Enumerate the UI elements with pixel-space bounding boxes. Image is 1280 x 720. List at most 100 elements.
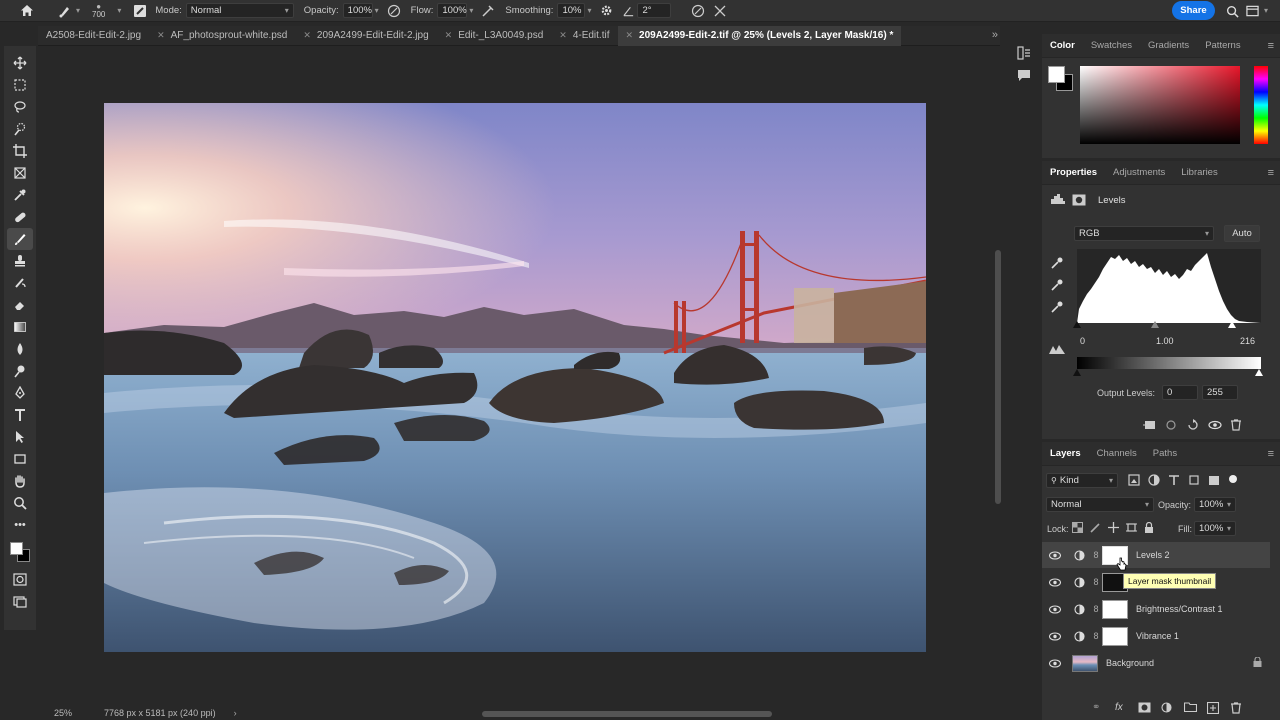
lock-image-icon[interactable] — [1090, 522, 1108, 536]
type-tool-icon[interactable] — [7, 404, 33, 426]
filter-adjustment-icon[interactable] — [1148, 474, 1168, 489]
search-icon[interactable] — [1223, 2, 1241, 20]
lock-artboard-icon[interactable] — [1126, 522, 1144, 536]
tab-adjustments[interactable]: Adjustments — [1105, 161, 1173, 185]
eye-icon[interactable] — [1042, 550, 1068, 560]
marquee-tool-icon[interactable] — [7, 74, 33, 96]
layer-row-brightness-contrast-1[interactable]: 8 Brightness/Contrast 1 — [1042, 596, 1270, 622]
healing-brush-tool-icon[interactable] — [7, 206, 33, 228]
brush-size-preview[interactable]: ● 700 — [92, 2, 105, 19]
tab-libraries[interactable]: Libraries — [1173, 161, 1225, 185]
workspace-dropdown-icon[interactable]: ▾ — [1264, 6, 1268, 15]
flow-field[interactable]: 100% — [437, 3, 468, 18]
filter-shape-icon[interactable] — [1188, 474, 1208, 489]
path-selection-tool-icon[interactable] — [7, 426, 33, 448]
layer-row-levels-2[interactable]: 8 Levels 2 — [1042, 542, 1270, 568]
panel-fg-bg-swatches[interactable] — [1048, 66, 1076, 94]
history-panel-icon[interactable] — [1015, 44, 1033, 62]
new-layer-icon[interactable] — [1206, 701, 1230, 717]
filter-toggle-icon[interactable] — [1228, 474, 1242, 489]
panel-menu-icon[interactable]: ≡ — [1268, 448, 1274, 460]
trash-icon[interactable] — [1230, 702, 1253, 717]
zoom-tool-icon[interactable] — [7, 492, 33, 514]
opacity-dropdown-icon[interactable]: ▾ — [375, 6, 379, 15]
symmetry-icon[interactable] — [711, 2, 729, 20]
clone-stamp-tool-icon[interactable] — [7, 250, 33, 272]
document-image[interactable] — [104, 103, 926, 652]
link-layers-icon[interactable]: ⚭ — [1092, 702, 1115, 717]
new-group-icon[interactable] — [1183, 702, 1207, 717]
clip-to-layer-icon[interactable] — [1142, 419, 1164, 434]
foreground-color-swatch[interactable] — [10, 542, 23, 555]
eye-icon[interactable] — [1042, 604, 1068, 614]
blur-tool-icon[interactable] — [7, 338, 33, 360]
trash-icon[interactable] — [1230, 419, 1252, 434]
layer-filter-select[interactable]: ⚲ Kind ▾ — [1046, 473, 1118, 488]
close-icon[interactable]: ✕ — [157, 30, 165, 41]
brush-settings-icon[interactable] — [131, 2, 149, 20]
horizontal-scrollbar[interactable] — [482, 711, 772, 717]
fill-field[interactable]: 100% ▾ — [1194, 521, 1236, 536]
tab-paths[interactable]: Paths — [1145, 442, 1185, 466]
quick-mask-icon[interactable] — [7, 568, 33, 590]
close-icon[interactable]: ✕ — [303, 30, 311, 41]
layer-opacity-field[interactable]: 100% ▾ — [1194, 497, 1236, 512]
smoothing-dropdown-icon[interactable]: ▾ — [587, 6, 591, 15]
output-black-slider[interactable] — [1073, 369, 1081, 376]
filter-type-icon[interactable] — [1168, 474, 1188, 489]
new-adjustment-layer-icon[interactable] — [1161, 702, 1184, 717]
hue-slider[interactable] — [1254, 66, 1268, 144]
gear-icon[interactable] — [597, 2, 615, 20]
brush-size-dropdown-icon[interactable]: ▾ — [117, 6, 121, 15]
brush-tool-preset-icon[interactable] — [56, 2, 74, 20]
rectangle-tool-icon[interactable] — [7, 448, 33, 470]
history-brush-tool-icon[interactable] — [7, 272, 33, 294]
vertical-scrollbar[interactable] — [995, 250, 1001, 504]
foreground-background-colors[interactable] — [7, 540, 33, 564]
blend-mode-select[interactable]: Normal ▾ — [1046, 497, 1154, 512]
output-black-field[interactable]: 0 — [1162, 385, 1198, 400]
panel-menu-icon[interactable]: ≡ — [1268, 40, 1274, 52]
tab-swatches[interactable]: Swatches — [1083, 34, 1140, 58]
mask-mode-icon[interactable] — [1072, 194, 1088, 206]
layer-style-icon[interactable]: fx — [1115, 702, 1138, 717]
airbrush-icon[interactable] — [479, 2, 497, 20]
tab-document-2[interactable]: ✕ AF_photosprout-white.psd — [149, 26, 295, 46]
filter-pixel-icon[interactable] — [1128, 474, 1148, 489]
panel-menu-icon[interactable]: ≡ — [1268, 167, 1274, 179]
white-point-eyedropper-icon[interactable] — [1050, 300, 1064, 317]
calculate-histogram-icon[interactable] — [1048, 343, 1066, 358]
brush-tool-icon[interactable] — [7, 228, 33, 250]
output-white-slider[interactable] — [1255, 369, 1263, 376]
move-tool-icon[interactable] — [7, 52, 33, 74]
tabs-overflow-icon[interactable]: » — [992, 29, 998, 41]
comments-panel-icon[interactable] — [1015, 66, 1033, 84]
dodge-tool-icon[interactable] — [7, 360, 33, 382]
screen-mode-icon[interactable] — [7, 590, 33, 612]
black-point-eyedropper-icon[interactable] — [1050, 256, 1064, 273]
gradient-tool-icon[interactable] — [7, 316, 33, 338]
tab-document-active[interactable]: ✕ 209A2499-Edit-2.tif @ 25% (Levels 2, La… — [617, 25, 902, 46]
layer-row-vibrance-1[interactable]: 8 Vibrance 1 — [1042, 623, 1270, 649]
input-white-slider[interactable] — [1228, 321, 1236, 328]
lasso-tool-icon[interactable] — [7, 96, 33, 118]
mode-select[interactable]: Normal ▾ — [185, 3, 294, 18]
home-icon[interactable] — [18, 2, 36, 20]
tab-document-3[interactable]: ✕ 209A2499-Edit-Edit-2.jpg — [295, 26, 436, 46]
close-icon[interactable]: ✕ — [445, 30, 453, 41]
quick-selection-tool-icon[interactable] — [7, 118, 33, 140]
output-white-field[interactable]: 255 — [1202, 385, 1238, 400]
channel-select[interactable]: RGB ▾ — [1074, 226, 1214, 241]
pressure-opacity-icon[interactable] — [385, 2, 403, 20]
status-menu-icon[interactable]: › — [234, 708, 237, 718]
close-icon[interactable]: ✕ — [559, 30, 567, 41]
tab-document-4[interactable]: ✕ Edit-_L3A0049.psd — [437, 26, 552, 46]
share-button[interactable]: Share — [1172, 1, 1215, 20]
link-icon[interactable]: 8 — [1090, 550, 1102, 560]
crop-tool-icon[interactable] — [7, 140, 33, 162]
background-thumbnail[interactable] — [1072, 654, 1098, 672]
eraser-tool-icon[interactable] — [7, 294, 33, 316]
link-icon[interactable]: 8 — [1090, 631, 1102, 641]
close-icon[interactable]: ✕ — [626, 30, 634, 41]
pressure-size-icon[interactable] — [689, 2, 707, 20]
